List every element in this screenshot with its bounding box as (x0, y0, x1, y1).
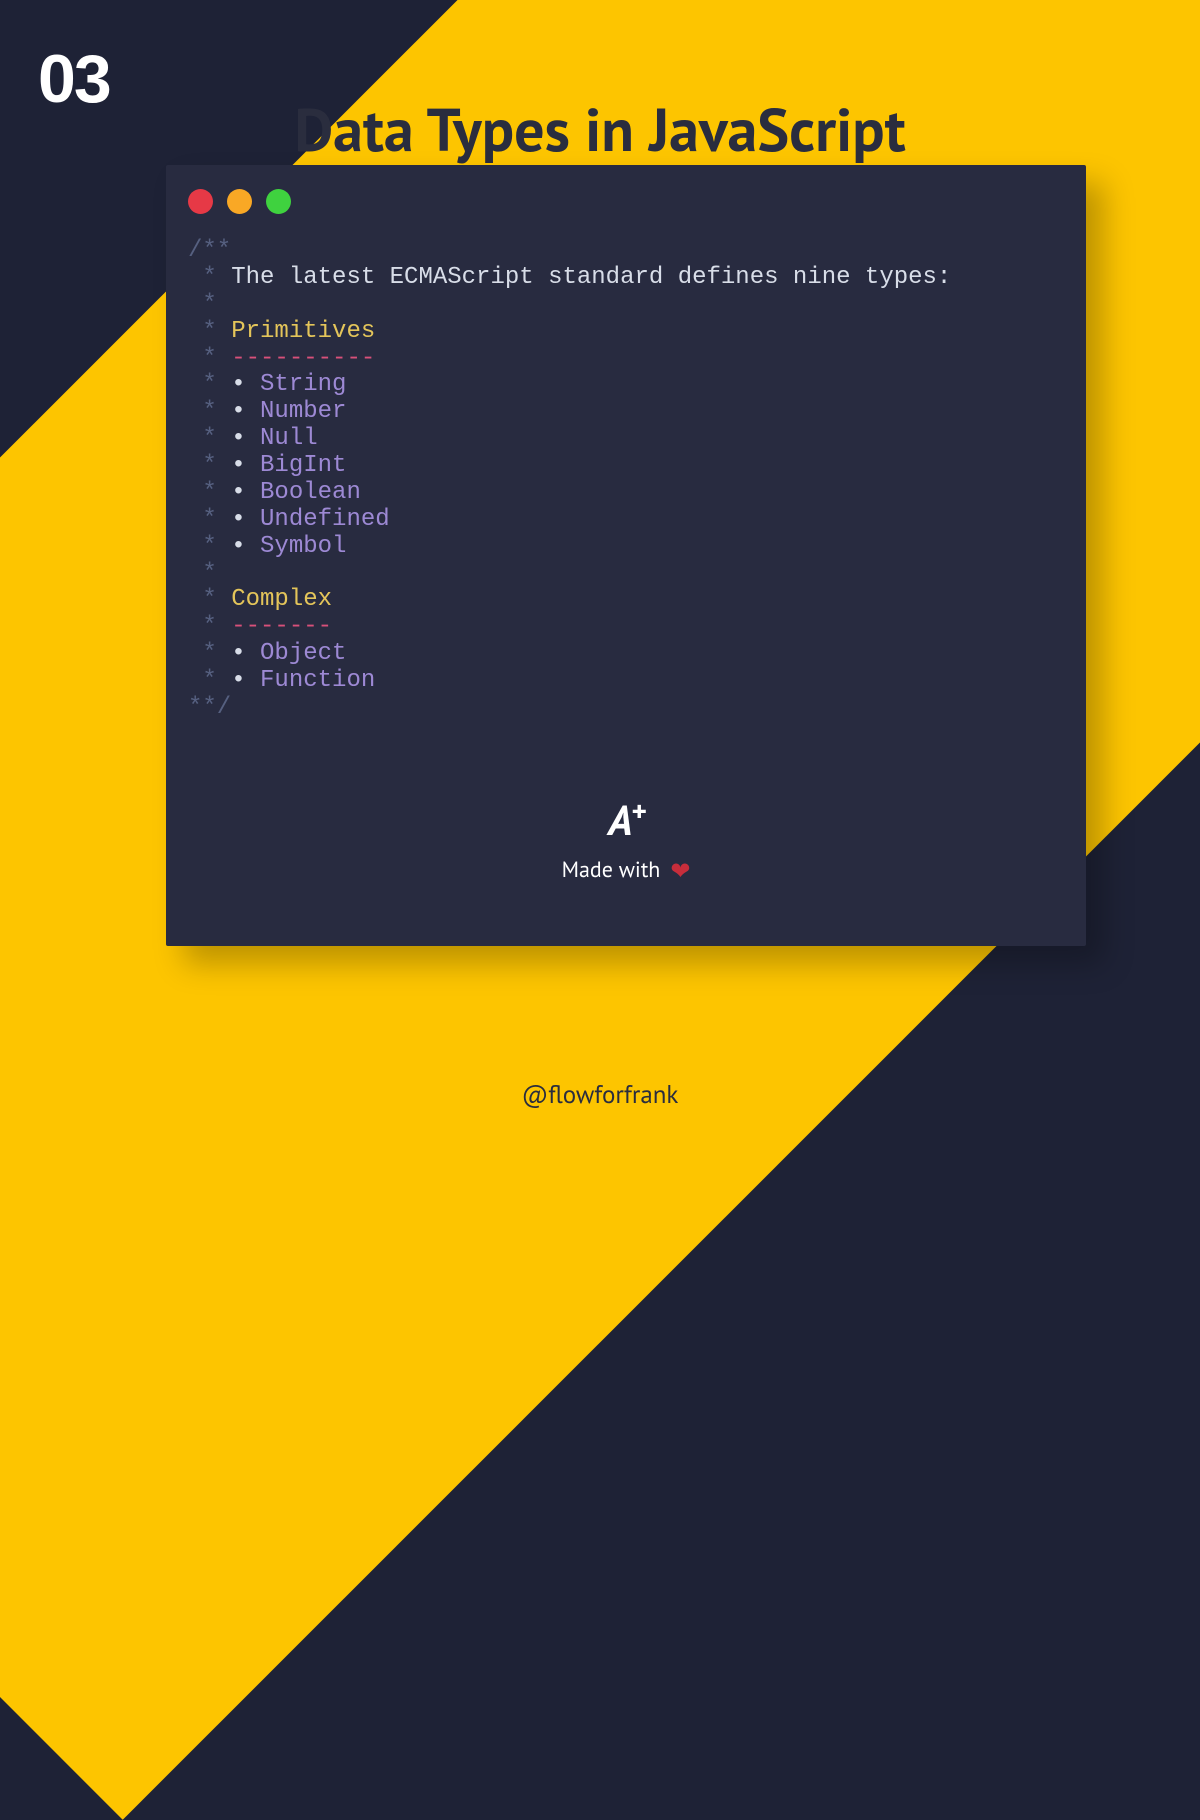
minimize-icon (227, 189, 252, 214)
code-window: /** * The latest ECMAScript standard def… (166, 165, 1086, 946)
footer-logo-group: A+ Made with ❤ (188, 792, 1064, 886)
made-with-text: Made with ❤ (188, 855, 1064, 886)
window-controls (188, 189, 1064, 214)
close-icon (188, 189, 213, 214)
code-block: /** * The latest ECMAScript standard def… (188, 238, 1064, 722)
social-handle: @flowforfrank (0, 1078, 1200, 1110)
maximize-icon (266, 189, 291, 214)
logo-text: A+ (608, 792, 644, 847)
page-title: Data Types in JavaScript (0, 90, 1200, 168)
heart-icon: ❤ (670, 855, 690, 886)
